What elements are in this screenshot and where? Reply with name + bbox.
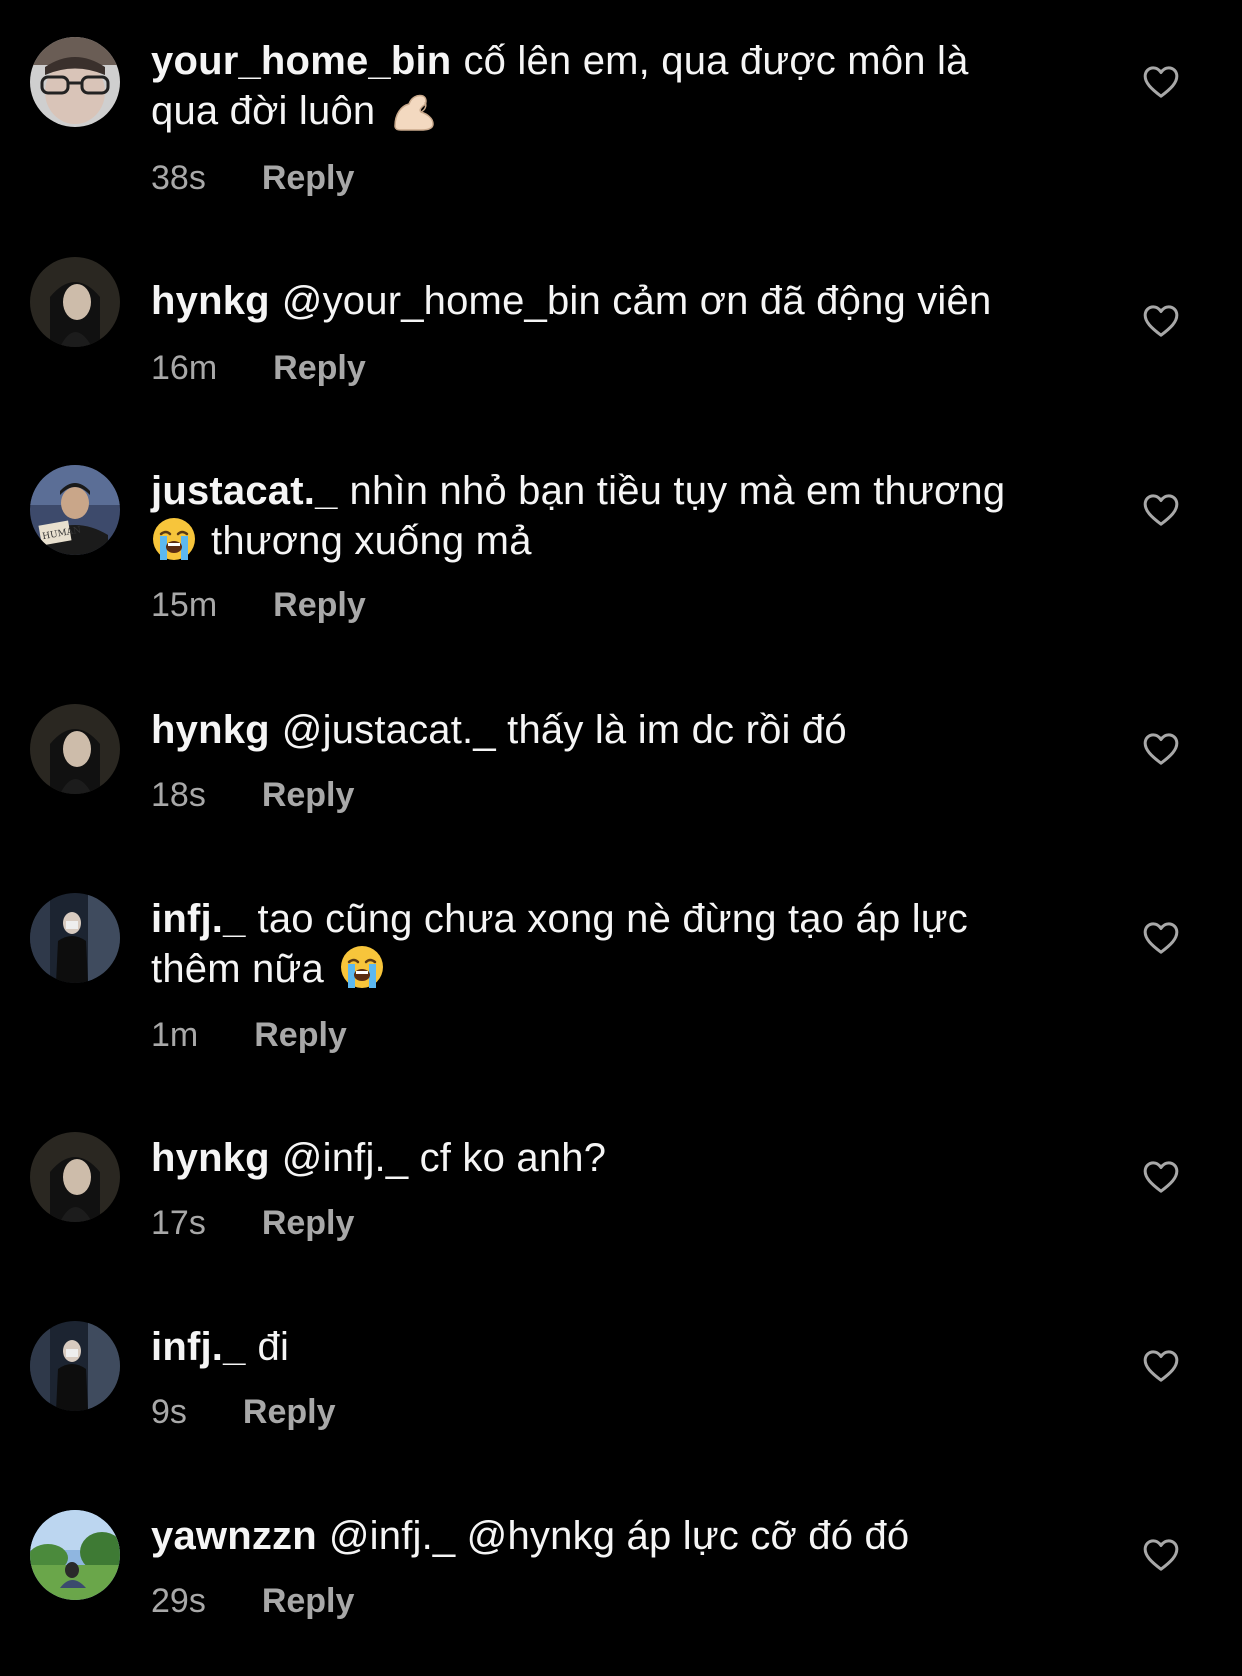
comment-text: hynkg @your_home_bin cảm ơn đã động viên — [151, 276, 1081, 326]
avatar[interactable]: HUMAN — [30, 465, 120, 555]
comment-text: hynkg @infj._ cf ko anh? — [151, 1133, 1081, 1183]
comment-body: hynkg @your_home_bin cảm ơn đã động viên — [151, 276, 1081, 326]
avatar[interactable] — [30, 1510, 120, 1600]
comment-meta: 17s Reply — [151, 1203, 354, 1243]
reply-button[interactable]: Reply — [273, 585, 366, 625]
comment-time: 29s — [151, 1582, 206, 1620]
username[interactable]: infj._ — [151, 897, 246, 941]
heart-icon[interactable] — [1141, 62, 1181, 102]
comment-line: đi — [257, 1325, 290, 1369]
comment-meta: 9s Reply — [151, 1392, 336, 1432]
comment-line: cố lên em, qua được môn là — [463, 39, 969, 83]
heart-icon[interactable] — [1141, 1157, 1181, 1197]
reply-button[interactable]: Reply — [262, 158, 355, 198]
reply-button[interactable]: Reply — [254, 1015, 347, 1055]
username[interactable]: yawnzzn — [151, 1514, 317, 1558]
comment-body: your_home_bin cố lên em, qua được môn là … — [151, 36, 1081, 144]
comment-line: @justacat._ thấy là im dc rồi đó — [281, 708, 847, 752]
comment-body: hynkg @infj._ cf ko anh? — [151, 1133, 1081, 1183]
heart-icon[interactable] — [1141, 490, 1181, 530]
comment-meta: 16m Reply — [151, 348, 366, 388]
avatar[interactable] — [30, 37, 120, 127]
loudly-crying-face-emoji — [339, 944, 385, 1002]
comment-body: infj._ tao cũng chưa xong nè đừng tạo áp … — [151, 894, 1081, 1002]
comment-time: 1m — [151, 1016, 199, 1054]
comment-line: thương xuống mả — [211, 519, 532, 563]
username[interactable]: your_home_bin — [151, 39, 451, 83]
comment-line: @your_home_bin cảm ơn đã động viên — [281, 279, 992, 323]
avatar[interactable] — [30, 1321, 120, 1411]
reply-button[interactable]: Reply — [262, 775, 355, 815]
comment-text: your_home_bin cố lên em, qua được môn là … — [151, 36, 1081, 144]
comment-line: nhìn nhỏ bạn tiều tụy mà em thương — [349, 469, 1006, 513]
comment-body: hynkg @justacat._ thấy là im dc rồi đó — [151, 705, 1081, 755]
comment-line: thêm nữa — [151, 947, 324, 991]
avatar[interactable] — [30, 257, 120, 347]
username[interactable]: hynkg — [151, 279, 270, 323]
comment-time: 18s — [151, 776, 206, 814]
avatar[interactable] — [30, 893, 120, 983]
reply-button[interactable]: Reply — [273, 348, 366, 388]
comment-line: @infj._ @hynkg áp lực cỡ đó đó — [328, 1514, 910, 1558]
username[interactable]: hynkg — [151, 1136, 270, 1180]
heart-icon[interactable] — [1141, 918, 1181, 958]
comment-time: 38s — [151, 159, 206, 197]
comment-meta: 29s Reply — [151, 1581, 354, 1621]
comment-text: infj._ đi — [151, 1322, 1081, 1372]
avatar[interactable] — [30, 704, 120, 794]
comment-line: @infj._ cf ko anh? — [281, 1136, 607, 1180]
username[interactable]: infj._ — [151, 1325, 246, 1369]
username[interactable]: justacat._ — [151, 469, 338, 513]
comment-body: yawnzzn @infj._ @hynkg áp lực cỡ đó đó — [151, 1511, 1081, 1561]
comment-time: 17s — [151, 1204, 206, 1242]
comment-text: yawnzzn @infj._ @hynkg áp lực cỡ đó đó — [151, 1511, 1081, 1561]
avatar[interactable] — [30, 1132, 120, 1222]
comment-time: 15m — [151, 586, 218, 624]
comment-time: 16m — [151, 349, 218, 387]
comment-text: infj._ tao cũng chưa xong nè đừng tạo áp … — [151, 894, 1081, 1002]
comment-time: 9s — [151, 1393, 187, 1431]
comment-body: justacat._ nhìn nhỏ bạn tiều tụy mà em th… — [151, 466, 1081, 574]
comment-text: justacat._ nhìn nhỏ bạn tiều tụy mà em th… — [151, 466, 1081, 574]
comment-body: infj._ đi — [151, 1322, 1081, 1372]
comment-text: hynkg @justacat._ thấy là im dc rồi đó — [151, 705, 1081, 755]
comment-meta: 18s Reply — [151, 775, 354, 815]
comment-meta: 38s Reply — [151, 158, 354, 198]
comment-line: qua đời luôn — [151, 89, 376, 133]
loudly-crying-face-emoji — [151, 516, 197, 574]
heart-icon[interactable] — [1141, 1346, 1181, 1386]
reply-button[interactable]: Reply — [243, 1392, 336, 1432]
heart-icon[interactable] — [1141, 1535, 1181, 1575]
comment-meta: 15m Reply — [151, 585, 366, 625]
heart-icon[interactable] — [1141, 301, 1181, 341]
comment-line: tao cũng chưa xong nè đừng tạo áp lực — [257, 897, 968, 941]
reply-button[interactable]: Reply — [262, 1581, 355, 1621]
comment-meta: 1m Reply — [151, 1015, 347, 1055]
reply-button[interactable]: Reply — [262, 1203, 355, 1243]
heart-icon[interactable] — [1141, 729, 1181, 769]
flexed-biceps-emoji — [391, 92, 437, 144]
username[interactable]: hynkg — [151, 708, 270, 752]
